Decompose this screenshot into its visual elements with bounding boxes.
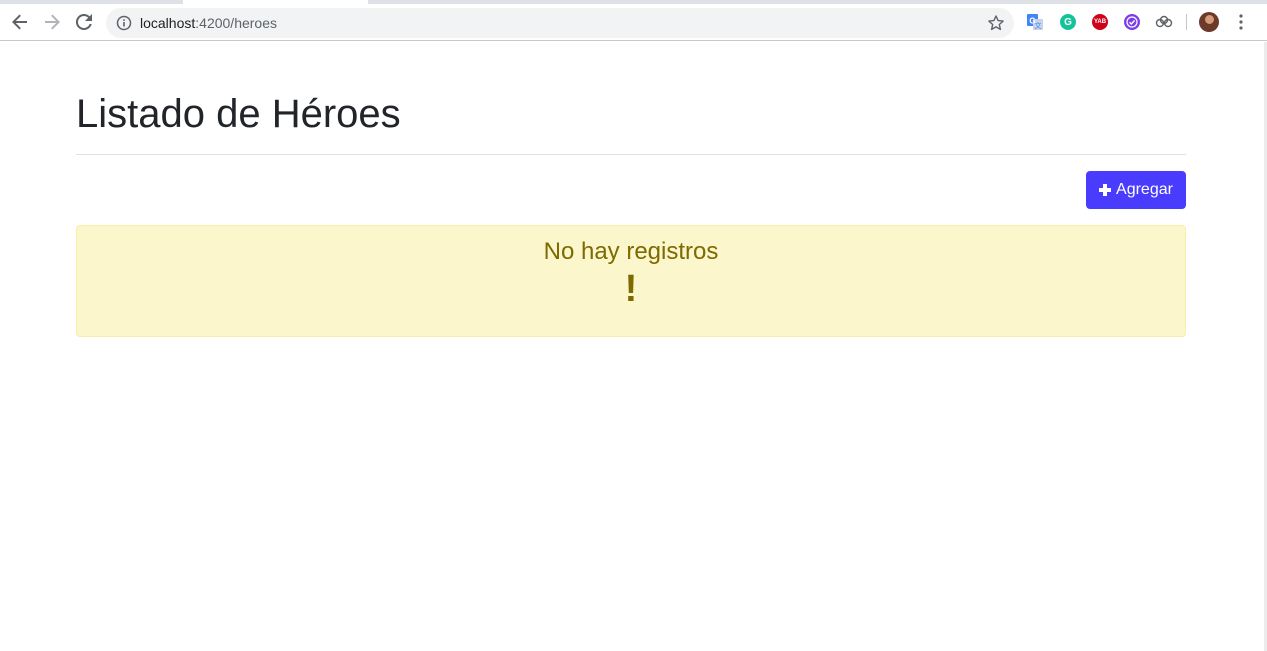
address-bar[interactable]: localhost:4200/heroes: [106, 8, 1014, 38]
arrow-right-icon: [45, 14, 60, 30]
kebab-menu-icon: [1239, 14, 1243, 30]
toolbar-divider: [1186, 14, 1187, 30]
grammarly-glyph-icon: G: [1060, 14, 1076, 30]
profile-avatar[interactable]: [1199, 12, 1219, 32]
url-path: :4200/heroes: [195, 15, 277, 31]
forward-button[interactable]: [40, 10, 64, 34]
alert-heading: No hay registros: [543, 238, 719, 265]
page-title: Listado de Héroes: [76, 92, 401, 136]
title-divider: [76, 154, 1186, 155]
arrow-left-icon: [12, 14, 27, 30]
browser-menu-button[interactable]: [1229, 10, 1253, 34]
url-host: localhost: [140, 15, 196, 31]
back-button[interactable]: [8, 10, 32, 34]
reload-icon: [75, 13, 92, 30]
translate-glyph-icon: G文: [1027, 14, 1043, 30]
cloud-glyph-icon: [1155, 15, 1173, 28]
grammarly-icon[interactable]: G: [1058, 12, 1078, 32]
google-translate-icon[interactable]: G文: [1025, 12, 1045, 32]
yab-icon[interactable]: YAB: [1090, 12, 1110, 32]
add-hero-button[interactable]: Agregar: [1086, 171, 1186, 209]
yab-glyph-icon: YAB: [1092, 14, 1108, 30]
plus-icon: [1099, 184, 1112, 196]
url-text[interactable]: localhost:4200/heroes: [140, 15, 277, 31]
svg-text:文: 文: [1035, 21, 1042, 30]
check-badge-icon: [1124, 14, 1140, 30]
info-icon[interactable]: [116, 15, 132, 31]
empty-state-alert: No hay registros !: [76, 225, 1186, 337]
exclamation-icon: !: [624, 268, 638, 310]
add-button-label: Agregar: [1116, 181, 1173, 198]
browser-toolbar: localhost:4200/heroes G文 G YAB: [0, 4, 1267, 41]
reload-button[interactable]: [72, 10, 96, 34]
cloud-sync-icon[interactable]: [1154, 12, 1174, 32]
star-icon[interactable]: [987, 14, 1005, 32]
checkmark-extension-icon[interactable]: [1122, 12, 1142, 32]
